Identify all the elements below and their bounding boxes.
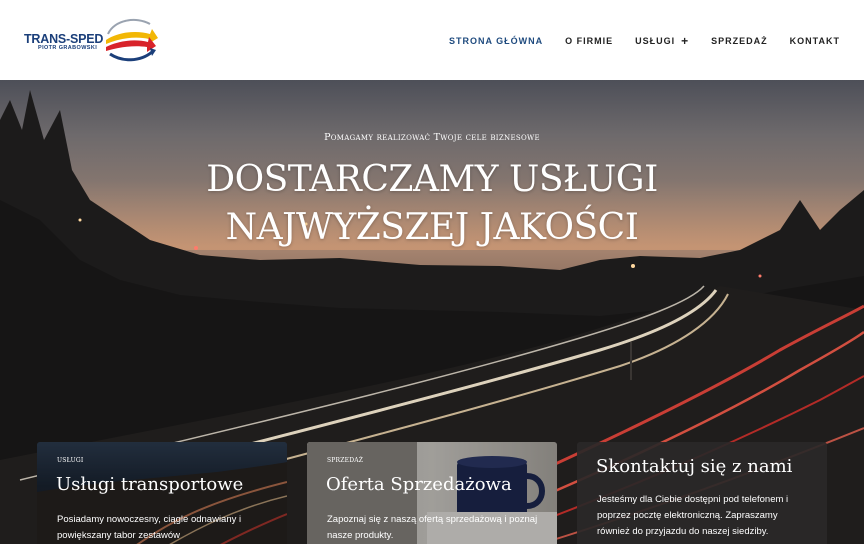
nav-item-services[interactable]: USŁUGI + — [635, 34, 689, 48]
card-kicker: usługi — [57, 455, 84, 465]
card-title[interactable]: Skontaktuj się z nami — [596, 456, 792, 477]
hero-kicker: Pomagamy realizować Twoje cele biznesowe — [324, 132, 540, 143]
card-title[interactable]: Usługi transportowe — [56, 474, 243, 495]
nav-item-label: STRONA GŁÓWNA — [448, 36, 544, 46]
nav-item-about[interactable]: O FIRMIE — [565, 36, 613, 46]
logo-arrows-icon — [106, 18, 158, 62]
card-kicker: sprzedaż — [327, 455, 364, 465]
card-text: Zapoznaj się z naszą ofertą sprzedażową … — [327, 514, 538, 541]
card-title[interactable]: Oferta Sprzedażowa — [326, 474, 512, 495]
main-nav: STRONA GŁÓWNA O FIRMIE USŁUGI + SPRZEDAŻ… — [427, 34, 840, 48]
logo[interactable]: TRANS-SPED PIOTR GRABOWSKI — [22, 14, 162, 68]
nav-item-home[interactable]: STRONA GŁÓWNA — [449, 36, 543, 46]
card-text: Jesteśmy dla Ciebie dostępni pod telefon… — [597, 494, 789, 537]
logo-name: TRANS-SPED — [24, 32, 104, 46]
card-text: Posiadamy nowoczesny, ciągle odnawiany i… — [57, 514, 242, 541]
services-card[interactable]: usługi Usługi transportowe Posiadamy now… — [37, 442, 287, 544]
nav-item-label: SPRZEDAŻ — [711, 36, 768, 46]
nav-item-sales[interactable]: SPRZEDAŻ — [711, 36, 768, 46]
hero-title-line: NAJWYŻSZEJ JAKOŚCI — [225, 207, 639, 248]
nav-item-contact[interactable]: KONTAKT — [790, 36, 840, 46]
hero-title: DOSTARCZAMY USŁUGI NAJWYŻSZEJ JAKOŚCI — [0, 156, 864, 252]
nav-item-label: KONTAKT — [789, 36, 840, 46]
logo-subtitle: PIOTR GRABOWSKI — [38, 45, 98, 51]
nav-item-label: O FIRMIE — [565, 36, 614, 46]
contact-card[interactable]: Skontaktuj się z nami Jesteśmy dla Ciebi… — [577, 442, 827, 544]
sales-card[interactable]: sprzedaż Oferta Sprzedażowa Zapoznaj się… — [307, 442, 557, 544]
nav-item-label: USŁUGI — [635, 36, 676, 46]
hero-title-line: DOSTARCZAMY USŁUGI — [206, 159, 658, 200]
hero-banner: Pomagamy realizować Twoje cele biznesowe… — [0, 80, 864, 544]
plus-icon[interactable]: + — [681, 34, 689, 48]
site-header: TRANS-SPED PIOTR GRABOWSKI STRONA GŁÓWNA… — [0, 0, 864, 80]
